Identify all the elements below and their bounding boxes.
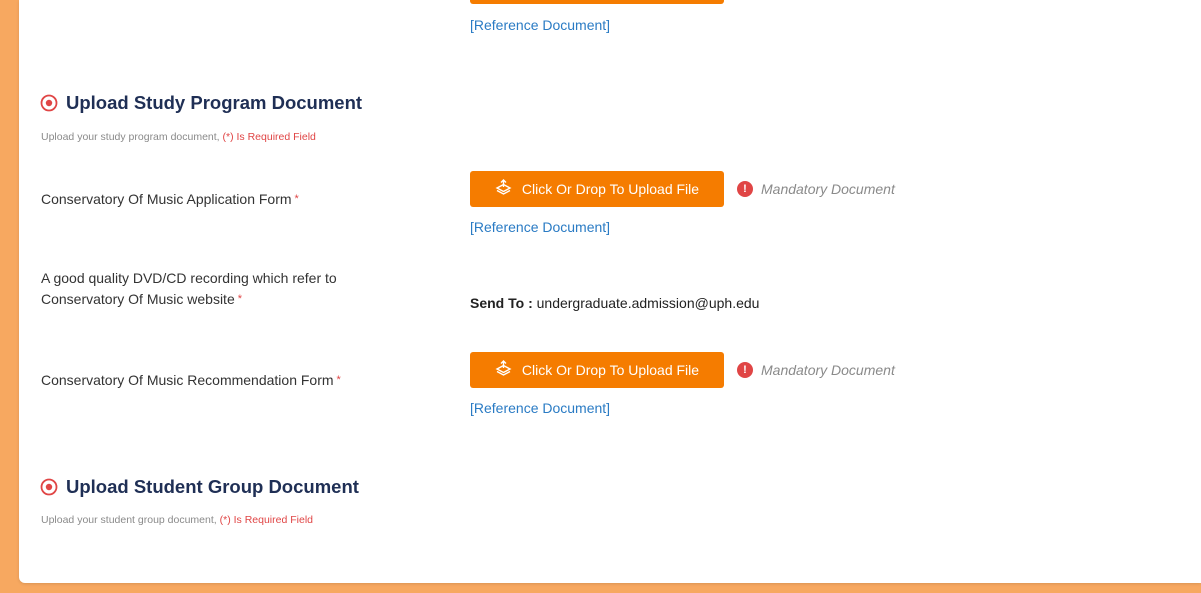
study-program-section-title: Upload Study Program Document [40, 92, 362, 114]
field-label-line1: A good quality DVD/CD recording which re… [41, 270, 337, 286]
target-circle-icon [40, 94, 58, 112]
application-reference-document-link[interactable]: [Reference Document] [470, 219, 610, 235]
mandatory-text: Mandatory Document [761, 181, 895, 197]
exclamation-circle-icon: ! [737, 362, 753, 378]
required-note: (*) Is Required Field [222, 131, 316, 143]
subtitle-text: Upload your student group document, [41, 514, 217, 526]
study-program-subtitle: Upload your study program document, (*) … [41, 131, 316, 143]
upload-recommendation-form-button[interactable]: Click Or Drop To Upload File [470, 352, 724, 388]
field-label-text: Conservatory Of Music Recommendation For… [41, 372, 334, 388]
student-group-subtitle: Upload your student group document, (*) … [41, 514, 313, 526]
upload-button-label: Click Or Drop To Upload File [521, 362, 700, 378]
mandatory-text: Mandatory Document [761, 362, 895, 378]
section-title-text: Upload Study Program Document [66, 92, 363, 113]
send-to-info: Send To : undergraduate.admission@uph.ed… [470, 295, 759, 311]
required-star: * [294, 193, 299, 205]
upload-tray-icon [495, 179, 512, 199]
exclamation-circle-icon: ! [737, 181, 753, 197]
recommendation-form-label: Conservatory Of Music Recommendation For… [41, 370, 341, 391]
section-title-text: Upload Student Group Document [66, 476, 359, 497]
student-group-section-title: Upload Student Group Document [40, 476, 359, 498]
mandatory-document-note: ! Mandatory Document [737, 362, 895, 378]
mandatory-document-note: ! Mandatory Document [737, 181, 895, 197]
required-note: (*) Is Required Field [219, 514, 313, 526]
upload-tray-icon [495, 360, 512, 380]
field-label-text: Conservatory Of Music Application Form [41, 191, 292, 207]
reference-document-link[interactable]: [Reference Document] [470, 17, 610, 33]
application-form-label: Conservatory Of Music Application Form * [41, 189, 299, 210]
upload-button-label: Click Or Drop To Upload File [521, 181, 700, 197]
recommendation-reference-document-link[interactable]: [Reference Document] [470, 400, 610, 416]
recording-label: A good quality DVD/CD recording which re… [41, 268, 337, 310]
subtitle-text: Upload your study program document, [41, 131, 220, 143]
upload-application-form-button[interactable]: Click Or Drop To Upload File [470, 171, 724, 207]
upload-button-partial[interactable] [470, 0, 724, 4]
required-star: * [237, 293, 243, 305]
field-label-line2: Conservatory Of Music website [41, 291, 235, 307]
send-to-label: Send To : [470, 295, 533, 311]
target-circle-icon [40, 478, 58, 496]
send-to-email: undergraduate.admission@uph.edu [536, 295, 760, 311]
document-upload-card: [Reference Document] Upload Study Progra… [19, 0, 1201, 583]
required-star: * [336, 374, 341, 386]
